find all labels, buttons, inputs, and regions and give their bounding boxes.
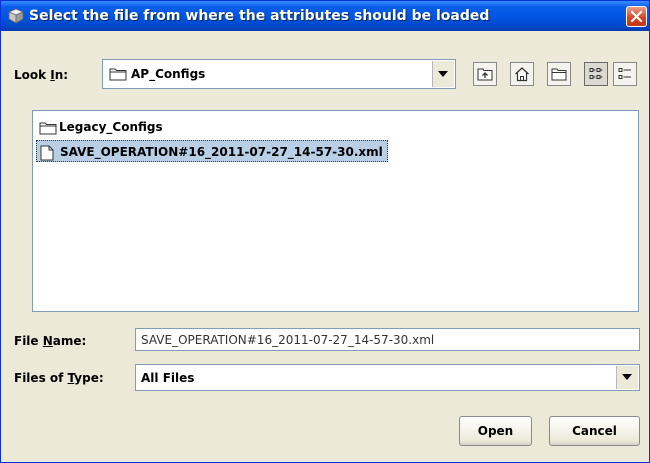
list-item-label: SAVE_OPERATION#16_2011-07-27_14-57-30.xm… (60, 145, 383, 159)
close-button[interactable] (626, 6, 647, 27)
file-chooser-dialog: Select the file from where the attribute… (0, 0, 650, 463)
file-name-label: File Name: (14, 334, 87, 348)
file-list[interactable]: Legacy_Configs SAVE_OPERATION#16_2011-07… (32, 110, 639, 312)
list-view-button[interactable] (584, 62, 608, 86)
file-name-input[interactable] (135, 328, 640, 351)
file-type-dropdown-arrow[interactable] (616, 366, 638, 389)
home-icon (515, 67, 529, 82)
details-view-button[interactable] (613, 62, 637, 86)
look-in-value: AP_Configs (131, 67, 206, 81)
cancel-button[interactable]: Cancel (549, 416, 640, 446)
new-folder-icon (551, 68, 567, 81)
dialog-title: Select the file from where the attribute… (29, 8, 490, 24)
look-in-combo[interactable]: AP_Configs (102, 59, 456, 89)
open-button[interactable]: Open (459, 416, 532, 446)
file-type-combo[interactable]: All Files (135, 364, 640, 391)
look-in-dropdown-arrow[interactable] (432, 61, 454, 87)
list-item-label: Legacy_Configs (59, 120, 163, 134)
chevron-down-icon (622, 374, 632, 380)
up-folder-icon (477, 68, 493, 81)
file-type-value: All Files (141, 371, 195, 385)
new-folder-button[interactable] (547, 62, 571, 86)
file-type-label: Files of Type: (14, 371, 104, 385)
look-in-label: Look In: (14, 68, 69, 82)
file-icon (40, 145, 54, 168)
chevron-down-icon (438, 71, 448, 77)
folder-icon (109, 67, 127, 84)
java-cup-icon (7, 7, 25, 25)
up-one-level-button[interactable] (473, 62, 497, 86)
list-item-file[interactable]: SAVE_OPERATION#16_2011-07-27_14-57-30.xm… (36, 140, 388, 162)
details-view-icon (618, 68, 631, 79)
close-icon (630, 10, 643, 23)
list-item-folder[interactable]: Legacy_Configs (36, 116, 163, 138)
folder-icon (39, 120, 57, 142)
title-bar[interactable]: Select the file from where the attribute… (1, 1, 649, 31)
list-view-icon (589, 68, 603, 79)
home-button[interactable] (510, 62, 534, 86)
